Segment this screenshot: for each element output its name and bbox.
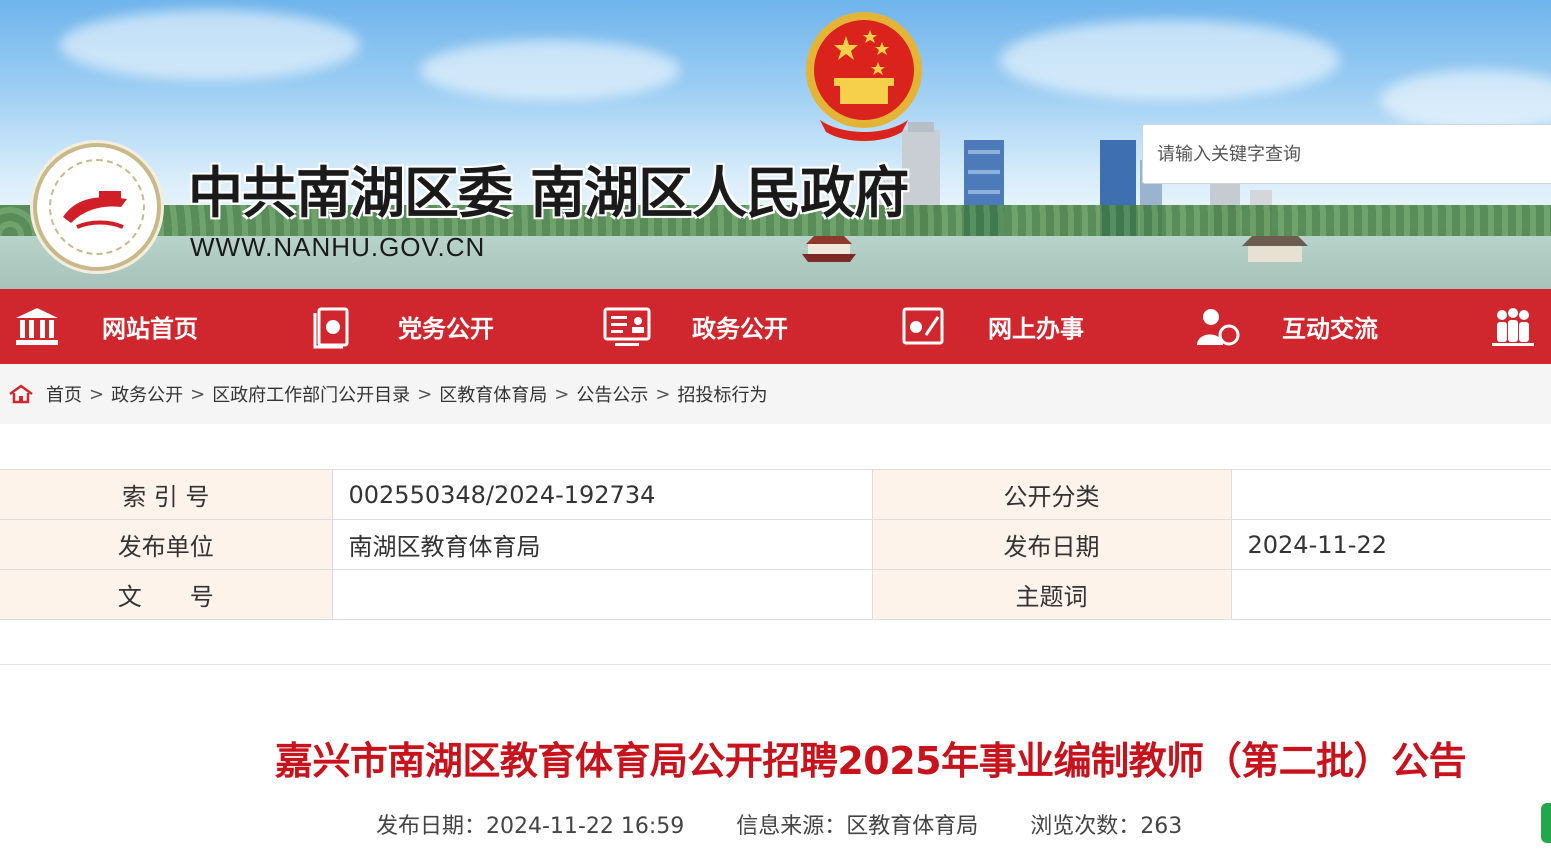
cloud xyxy=(60,10,360,80)
site-domain: WWW.NANHU.GOV.CN xyxy=(190,232,486,262)
home-icon[interactable] xyxy=(8,384,34,404)
nav-item-home[interactable]: 网站首页 xyxy=(12,289,198,364)
main-nav: 网站首页 党务公开 政务公开 网上办事 互动交流 xyxy=(0,289,1551,364)
breadcrumb-separator: > xyxy=(89,383,105,405)
online-service-icon xyxy=(898,302,948,352)
nav-item-gov-affairs[interactable]: 政务公开 xyxy=(602,289,788,364)
breadcrumb-separator: > xyxy=(190,383,206,405)
article-source: 信息来源：区教育体育局 xyxy=(736,814,979,839)
boat-image xyxy=(802,236,856,262)
header-banner: 中共南湖区委 南湖区人民政府 WWW.NANHU.GOV.CN xyxy=(0,0,1551,289)
article-meta: 发布日期：2024-11-22 16:59 信息来源：区教育体育局 浏览次数：2… xyxy=(376,808,1182,840)
breadcrumb-gov-affairs[interactable]: 政务公开 xyxy=(111,381,183,407)
breadcrumb: 首页 > 政务公开 > 区政府工作部门公开目录 > 区教育体育局 > 公告公示 … xyxy=(0,364,1551,424)
site-title: 中共南湖区委 南湖区人民政府 xyxy=(188,161,909,225)
publisher-label: 发布单位 xyxy=(0,519,333,570)
nav-item-party-affairs[interactable]: 党务公开 xyxy=(308,289,494,364)
people-group-icon xyxy=(1488,302,1538,352)
subject-label: 主题词 xyxy=(872,569,1232,620)
user-chat-icon xyxy=(1192,302,1242,352)
publish-date-label: 发布日期 xyxy=(872,519,1232,570)
article-views: 浏览次数：263 xyxy=(1030,814,1183,839)
breadcrumb-education-bureau[interactable]: 区教育体育局 xyxy=(439,381,547,407)
nav-label-interaction: 互动交流 xyxy=(1282,315,1378,343)
index-number-value: 002550348/2024-192734 xyxy=(332,469,873,520)
breadcrumb-home[interactable]: 首页 xyxy=(46,381,82,407)
cloud xyxy=(1000,20,1340,100)
breadcrumb-separator: > xyxy=(417,383,433,405)
table-row: 文 号 主题词 xyxy=(0,569,1551,620)
article-title: 嘉兴市南湖区教育体育局公开招聘2025年事业编制教师（第二批）公告 xyxy=(274,739,1467,783)
divider xyxy=(0,664,1551,665)
publish-date-value: 2024-11-22 xyxy=(1231,519,1551,570)
breadcrumb-announcements[interactable]: 公告公示 xyxy=(576,381,648,407)
nav-item-more[interactable] xyxy=(1488,289,1538,364)
pavilion-image xyxy=(1242,236,1308,262)
floating-side-widget[interactable] xyxy=(1541,803,1551,843)
nav-item-online-service[interactable]: 网上办事 xyxy=(898,289,1084,364)
category-value xyxy=(1231,469,1551,520)
monitor-document-icon xyxy=(602,302,652,352)
breadcrumb-separator: > xyxy=(655,383,671,405)
nav-label-online-service: 网上办事 xyxy=(988,315,1084,343)
nav-item-interaction[interactable]: 互动交流 xyxy=(1192,289,1378,364)
national-emblem xyxy=(806,12,922,141)
search-input[interactable] xyxy=(1157,125,1551,183)
nav-label-party-affairs: 党务公开 xyxy=(398,315,494,343)
cloud xyxy=(420,40,680,100)
publisher-value: 南湖区教育体育局 xyxy=(332,519,873,570)
table-row: 索 引 号 002550348/2024-192734 公开分类 xyxy=(0,469,1551,520)
district-logo xyxy=(33,143,161,271)
government-building-icon xyxy=(12,302,62,352)
breadcrumb-bidding[interactable]: 招投标行为 xyxy=(677,381,767,407)
table-row: 发布单位 南湖区教育体育局 发布日期 2024-11-22 xyxy=(0,519,1551,570)
article-publish-date: 发布日期：2024-11-22 16:59 xyxy=(376,814,685,839)
nav-label-gov-affairs: 政务公开 xyxy=(692,315,788,343)
doc-number-label: 文 号 xyxy=(0,569,333,620)
party-document-icon xyxy=(308,302,358,352)
nav-label-home: 网站首页 xyxy=(102,315,198,343)
subject-value xyxy=(1231,569,1551,620)
breadcrumb-dept-directory[interactable]: 区政府工作部门公开目录 xyxy=(212,381,410,407)
search-box xyxy=(1142,124,1551,184)
index-number-label: 索 引 号 xyxy=(0,469,333,520)
doc-number-value xyxy=(332,569,873,620)
category-label: 公开分类 xyxy=(872,469,1232,520)
breadcrumb-separator: > xyxy=(554,383,570,405)
cloud xyxy=(1380,70,1551,130)
document-meta-table: 索 引 号 002550348/2024-192734 公开分类 发布单位 南湖… xyxy=(0,469,1551,620)
